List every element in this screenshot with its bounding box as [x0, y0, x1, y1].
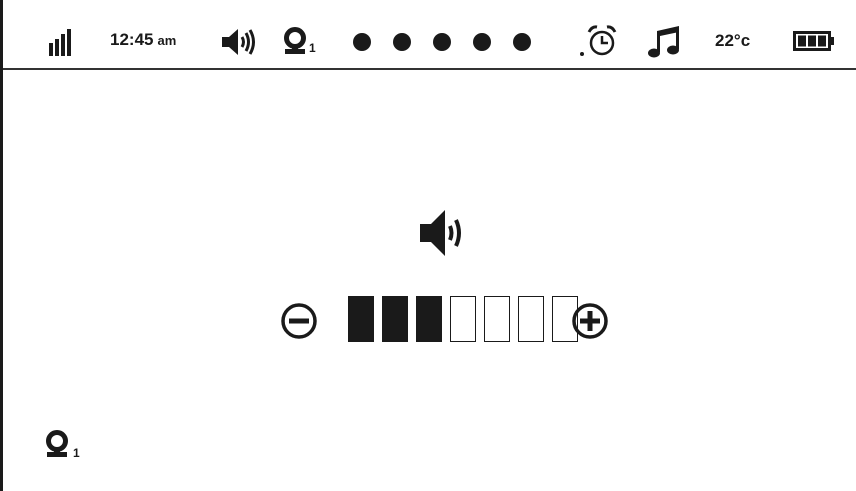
monitor-screen: 12:45 am 1 22°c 1 — [0, 0, 856, 491]
camera-number: 1 — [309, 41, 316, 55]
page-dot — [353, 33, 371, 51]
volume-level-block — [450, 296, 476, 342]
status-bar: 12:45 am 1 22°c — [3, 0, 856, 70]
volume-up-button[interactable] — [571, 302, 609, 340]
page-dot — [513, 33, 531, 51]
camera-selector[interactable]: 1 — [283, 27, 316, 55]
time-value: 12:45 — [110, 30, 154, 49]
speaker-icon[interactable] — [220, 27, 258, 57]
clock: 12:45 am — [110, 30, 176, 50]
footer-camera-indicator: 1 — [45, 430, 80, 460]
temperature: 22°c — [715, 31, 751, 50]
volume-level-block — [382, 296, 408, 342]
battery-icon — [793, 31, 835, 51]
volume-level-block — [518, 296, 544, 342]
page-dot — [433, 33, 451, 51]
footer-camera-number: 1 — [73, 446, 80, 460]
volume-speaker-icon — [418, 207, 472, 259]
minus-circle-icon — [281, 303, 317, 339]
music-note-icon[interactable] — [648, 25, 682, 59]
camera-icon — [46, 430, 68, 457]
volume-down-button[interactable] — [280, 302, 318, 340]
volume-level-block — [416, 296, 442, 342]
plus-circle-icon — [572, 303, 608, 339]
time-suffix: am — [157, 32, 177, 48]
page-dot — [473, 33, 491, 51]
volume-level-block — [348, 296, 374, 342]
camera-icon — [284, 27, 306, 54]
page-dot — [393, 33, 411, 51]
volume-level-block — [484, 296, 510, 342]
alarm-clock-icon[interactable] — [579, 24, 619, 58]
signal-icon — [49, 29, 75, 57]
